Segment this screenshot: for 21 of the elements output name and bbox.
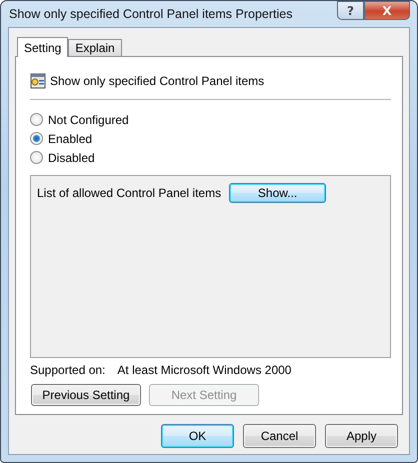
show-button[interactable]: Show... xyxy=(229,183,326,204)
policy-icon xyxy=(30,72,46,89)
radio-label[interactable]: Not Configured xyxy=(48,112,129,127)
help-button[interactable]: ? xyxy=(337,1,364,20)
dialog-button[interactable]: Apply xyxy=(325,424,398,448)
radio-button[interactable] xyxy=(30,132,43,146)
tab[interactable]: Explain xyxy=(68,39,122,56)
previous-setting-button[interactable]: Previous Setting xyxy=(31,384,141,406)
supported-on-value: At least Microsoft Windows 2000 xyxy=(117,363,292,378)
options-label: List of allowed Control Panel items xyxy=(37,186,222,200)
radio-label[interactable]: Enabled xyxy=(48,132,92,146)
dialog-button[interactable]: Cancel xyxy=(243,424,316,448)
radio-button[interactable] xyxy=(30,151,43,164)
dialog-button[interactable]: OK xyxy=(161,424,234,448)
setting-name: Show only specified Control Panel items xyxy=(50,74,264,88)
window-title: Show only specified Control Panel items Properties xyxy=(8,7,292,21)
close-button[interactable]: X xyxy=(364,1,410,20)
supported-on-label: Supported on: xyxy=(30,363,106,378)
tab[interactable]: Setting xyxy=(17,37,68,57)
radio-label[interactable]: Disabled xyxy=(48,150,95,165)
radio-button[interactable] xyxy=(30,113,43,126)
